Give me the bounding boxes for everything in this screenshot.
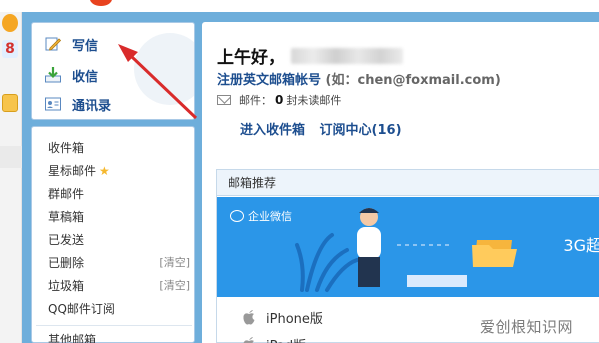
banner-3g-text: 3G超 bbox=[563, 236, 599, 255]
unread-suffix: 封未读邮件 bbox=[286, 94, 342, 107]
apple-icon bbox=[243, 337, 254, 343]
stamp-decoration bbox=[134, 33, 194, 105]
edge-tab[interactable] bbox=[0, 146, 22, 168]
app-ipad[interactable]: iPad版 bbox=[242, 332, 306, 343]
folder-label: 其他邮箱 bbox=[48, 333, 97, 343]
enter-inbox-link[interactable]: 进入收件箱 bbox=[240, 123, 305, 138]
subscription-center-link[interactable]: 订阅中心(16) bbox=[320, 123, 402, 138]
greeting-text: 上午好， bbox=[217, 48, 285, 68]
folder-label: 星标邮件 ★ bbox=[48, 164, 110, 178]
folder-drafts[interactable]: 草稿箱 bbox=[48, 206, 190, 228]
folder-spam[interactable]: 垃圾箱 [清空] bbox=[48, 275, 190, 297]
empty-spam-link[interactable]: [清空] bbox=[159, 275, 190, 297]
wecom-icon bbox=[230, 210, 244, 222]
register-hint: (如：chen@foxmail.com) bbox=[325, 73, 501, 88]
main-content: 上午好， 注册英文邮箱帐号 (如：chen@foxmail.com) 邮件： 0… bbox=[202, 22, 599, 343]
contacts-label: 通讯录 bbox=[72, 98, 112, 114]
quick-actions-panel: 写信 收信 通讯录 bbox=[31, 22, 195, 120]
receive-label: 收信 bbox=[72, 69, 99, 85]
folder-label: 草稿箱 bbox=[48, 210, 85, 224]
quick-links: 进入收件箱 订阅中心(16) bbox=[240, 119, 412, 138]
apple-icon bbox=[243, 310, 255, 325]
rss-icon[interactable] bbox=[2, 14, 18, 32]
folder-divider bbox=[36, 325, 192, 326]
folder-label: 群邮件 bbox=[48, 187, 85, 201]
folder-deleted[interactable]: 已删除 [清空] bbox=[48, 252, 190, 274]
folder-group-mail[interactable]: 群邮件 bbox=[48, 183, 190, 205]
top-strip bbox=[0, 0, 599, 12]
left-nav: 写信 收信 通讯录 收件箱 星标邮件 ★ 群邮件 草稿箱 已发送 已删除 [清空… bbox=[31, 22, 195, 343]
folder-label: 收件箱 bbox=[48, 141, 85, 155]
register-link[interactable]: 注册英文邮箱帐号 bbox=[217, 73, 321, 88]
folder-label: 垃圾箱 bbox=[48, 279, 85, 293]
watermark: 爱创根知识网 bbox=[479, 318, 573, 336]
folder-other-mailboxes[interactable]: 其他邮箱 bbox=[48, 329, 190, 343]
folder-inbox[interactable]: 收件箱 bbox=[48, 137, 190, 159]
app-label: iPhone版 bbox=[266, 311, 323, 327]
star-icon: ★ bbox=[99, 164, 110, 178]
write-label: 写信 bbox=[72, 38, 99, 54]
folder-starred[interactable]: 星标邮件 ★ bbox=[48, 160, 190, 182]
envelope-icon bbox=[217, 95, 231, 105]
folder-label: 已发送 bbox=[48, 233, 85, 247]
receive-button[interactable]: 收信 bbox=[44, 63, 98, 87]
write-button[interactable]: 写信 bbox=[44, 32, 98, 56]
mail-status: 邮件： 0 封未读邮件 bbox=[217, 92, 341, 108]
recommend-title: 邮箱推荐 bbox=[217, 170, 599, 196]
folder-list: 收件箱 星标邮件 ★ 群邮件 草稿箱 已发送 已删除 [清空] 垃圾箱 [清空] … bbox=[31, 126, 195, 343]
inbox-download-icon bbox=[44, 66, 62, 84]
contacts-button[interactable]: 通讯录 bbox=[44, 92, 111, 116]
greeting: 上午好， bbox=[217, 43, 403, 68]
wecom-banner[interactable]: 企业微信 3G超 bbox=[217, 197, 599, 297]
pencil-icon bbox=[44, 35, 62, 53]
logo-fragment bbox=[90, 0, 112, 6]
blurred-username bbox=[291, 47, 403, 64]
mail-label: 邮件： bbox=[239, 94, 272, 107]
number-icon[interactable]: 8 bbox=[2, 40, 18, 58]
wecom-label: 企业微信 bbox=[230, 208, 292, 224]
folder-icon[interactable] bbox=[2, 94, 18, 112]
app-label: iPad版 bbox=[266, 335, 306, 343]
register-english-account[interactable]: 注册英文邮箱帐号 (如：chen@foxmail.com) bbox=[217, 69, 501, 88]
folder-label: 已删除 bbox=[48, 256, 85, 270]
empty-deleted-link[interactable]: [清空] bbox=[159, 252, 190, 274]
app-iphone[interactable]: iPhone版 bbox=[242, 305, 323, 329]
unread-count: 0 bbox=[275, 93, 284, 107]
folder-label: QQ邮件订阅 bbox=[48, 302, 115, 316]
folder-sent[interactable]: 已发送 bbox=[48, 229, 190, 251]
left-edge-toolbar: 8 bbox=[0, 12, 22, 343]
contacts-card-icon bbox=[44, 95, 62, 113]
wecom-text: 企业微信 bbox=[248, 210, 292, 223]
folder-qq-subscription[interactable]: QQ邮件订阅 bbox=[48, 298, 190, 320]
banner-illustration bbox=[295, 208, 517, 292]
